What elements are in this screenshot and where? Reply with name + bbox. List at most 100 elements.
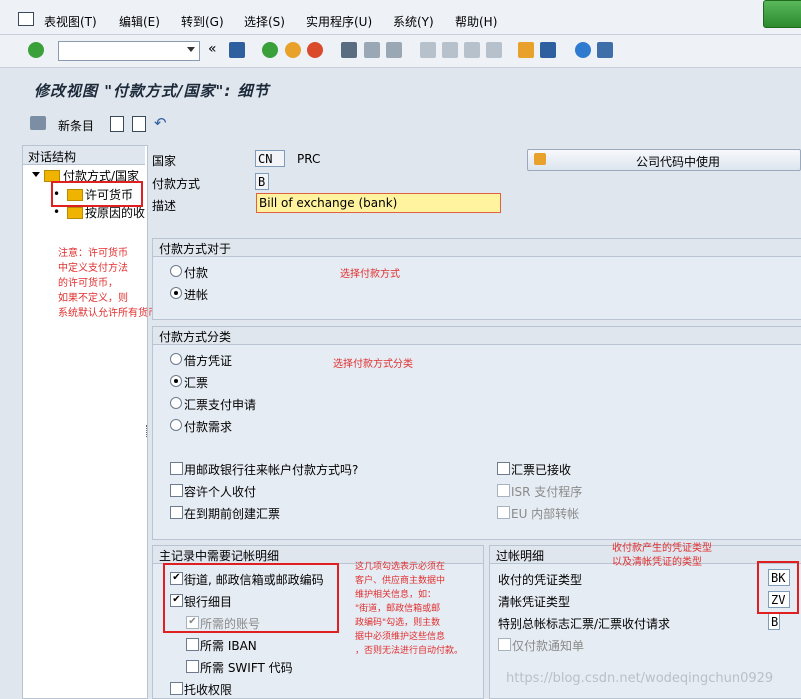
description-field[interactable]: Bill of exchange (bank) (256, 193, 501, 213)
radio-debit-memo-label: 借方凭证 (184, 354, 233, 368)
checkbox-eu (497, 506, 510, 519)
expand-arrow-icon[interactable] (32, 172, 40, 177)
checkbox-collection[interactable] (170, 682, 183, 695)
radio-payment-request[interactable] (170, 419, 182, 431)
radio-boe-request[interactable] (170, 397, 182, 409)
dialog-structure-panel: 对话结构 付款方式/国家 • 许可货币 • 按原因的收 (22, 145, 148, 699)
annotation-note-class: 选择付款方式分类 (333, 359, 413, 370)
checkbox-postal-giro[interactable] (170, 462, 183, 475)
menu-utilities[interactable]: 实用程序(U) (306, 13, 372, 30)
checkbox-eu-label: EU 内部转帐 (511, 507, 580, 521)
country-field[interactable]: CN (255, 150, 285, 167)
annotation-note-left: 注意：许可货币 中定义支付方法 的许可货币， 如果不定义，则 系统默认允许所有货… (58, 248, 158, 319)
payment-method-label: 付款方式 (152, 177, 201, 191)
command-field[interactable] (58, 41, 200, 61)
payment-method-class-group: 付款方式分类 借方凭证 汇票 汇票支付申请 付款需求 选择付款方式分类 用邮政银… (152, 326, 801, 540)
radio-outgoing[interactable] (170, 265, 182, 277)
clearing-doc-type-label: 清帐凭证类型 (498, 595, 571, 609)
checkbox-personal[interactable] (170, 484, 183, 497)
find-next-icon[interactable] (386, 42, 402, 58)
annotation-note-master: 这几项勾选表示必须在 客户、供应商主数据中 维护相关信息，如： "街道，邮政信箱… (355, 562, 464, 656)
checkbox-swift[interactable] (186, 660, 199, 673)
title-bar: 修改视图 "付款方式/国家": 细节 (18, 76, 801, 102)
radio-boe-request-label: 汇票支付申请 (184, 398, 257, 412)
menu-select[interactable]: 选择(S) (244, 13, 285, 30)
group-title: 付款方式对于 (159, 242, 232, 256)
annotation-note-for: 选择付款方式 (340, 269, 400, 280)
special-gl-field[interactable]: B (768, 613, 780, 630)
application-toolbar: 新条目 ↶ (18, 108, 801, 138)
cancel-icon[interactable] (307, 42, 323, 58)
watermark: https://blog.csdn.net/wodeqingchun0929 (506, 671, 774, 686)
save-icon[interactable] (229, 42, 245, 58)
checkbox-postal-giro-label: 用邮政银行往来帐户付款方式吗? (184, 463, 359, 477)
checkbox-boe-received[interactable] (497, 462, 510, 475)
checkbox-isr-label: ISR 支付程序 (511, 485, 583, 499)
checkbox-personal-label: 容许个人收付 (184, 485, 257, 499)
highlight-box (757, 561, 799, 614)
enter-icon[interactable] (28, 42, 44, 58)
highlight-box (51, 181, 143, 207)
undo-icon[interactable]: ↶ (154, 114, 167, 132)
annotation-note-post: 收付款产生的凭证类型 以及清帐凭证的类型 (612, 543, 712, 568)
checkbox-collection-label: 托收权限 (184, 683, 233, 697)
copy-icon[interactable] (110, 116, 124, 132)
shortcut-icon[interactable] (540, 42, 556, 58)
display-change-icon[interactable] (30, 116, 46, 130)
checkbox-before-due-label: 在到期前创建汇票 (184, 507, 281, 521)
splitter-handle[interactable] (146, 425, 149, 437)
menu-help[interactable]: 帮助(H) (455, 13, 497, 30)
highlight-box (163, 563, 339, 633)
menu-table-view[interactable]: 表视图(T) (44, 13, 97, 30)
radio-outgoing-label: 付款 (184, 266, 209, 280)
menu-goto[interactable]: 转到(G) (181, 13, 224, 30)
create-session-icon[interactable] (518, 42, 534, 58)
company-code-button[interactable]: 公司代码中使用 (527, 149, 801, 171)
last-page-icon[interactable] (486, 42, 502, 58)
folder-icon (67, 207, 83, 219)
payment-method-for-group: 付款方式对于 付款 进帐 选择付款方式 (152, 238, 801, 320)
doc-type-label: 收付的凭证类型 (498, 573, 583, 587)
checkbox-swift-label: 所需 SWIFT 代码 (200, 661, 293, 675)
radio-incoming-label: 进帐 (184, 288, 209, 302)
exit-icon[interactable] (285, 42, 301, 58)
bullet: • (53, 205, 61, 219)
print-icon[interactable] (341, 42, 357, 58)
radio-payment-request-label: 付款需求 (184, 420, 233, 434)
checkbox-isr (497, 484, 510, 497)
layout-icon[interactable] (597, 42, 613, 58)
country-label: 国家 (152, 154, 177, 168)
menu-system[interactable]: 系统(Y) (393, 13, 434, 30)
radio-bill-of-exchange[interactable] (170, 375, 182, 387)
find-icon[interactable] (364, 42, 380, 58)
country-text: PRC (297, 152, 321, 166)
radio-bill-of-exchange-label: 汇票 (184, 376, 209, 390)
previous-page-icon[interactable] (442, 42, 458, 58)
company-code-button-label: 公司代码中使用 (636, 155, 721, 169)
checkbox-payment-advice (498, 638, 511, 651)
standard-toolbar: « (0, 35, 801, 68)
checkbox-iban[interactable] (186, 638, 199, 651)
checkbox-boe-received-label: 汇票已接收 (511, 463, 572, 477)
first-page-icon[interactable] (420, 42, 436, 58)
menu-bar: 表视图(T) 编辑(E) 转到(G) 选择(S) 实用程序(U) 系统(Y) 帮… (0, 0, 801, 35)
description-label: 描述 (152, 199, 177, 213)
dropdown-arrow-icon[interactable] (187, 47, 195, 52)
help-icon[interactable] (575, 42, 591, 58)
dialog-structure-header: 对话结构 (28, 150, 77, 164)
new-entries-button[interactable]: 新条目 (58, 117, 94, 134)
menu-edit[interactable]: 编辑(E) (119, 13, 160, 30)
special-gl-label: 特别总帐标志汇票/汇票收付请求 (498, 617, 671, 631)
group-title: 付款方式分类 (159, 330, 232, 344)
next-page-icon[interactable] (464, 42, 480, 58)
radio-debit-memo[interactable] (170, 353, 182, 365)
menu-icon[interactable] (18, 12, 34, 26)
radio-incoming[interactable] (170, 287, 182, 299)
sap-logo-button[interactable] (763, 0, 801, 28)
page-title: 修改视图 "付款方式/国家": 细节 (34, 82, 270, 100)
delete-icon[interactable] (132, 116, 146, 132)
checkbox-before-due[interactable] (170, 506, 183, 519)
collapse-icon[interactable]: « (208, 41, 217, 57)
back-icon[interactable] (262, 42, 278, 58)
payment-method-field[interactable]: B (255, 173, 269, 190)
